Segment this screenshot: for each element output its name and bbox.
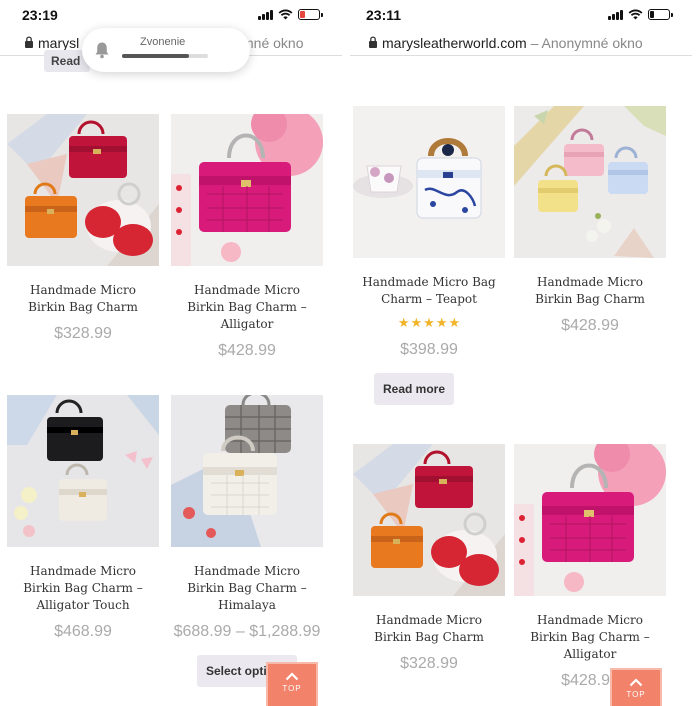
star-icon: ★	[410, 315, 423, 330]
left-screen: 23:19 marysl mné okno Read Zvonenie Hand…	[0, 0, 342, 706]
product-price: $468.99	[54, 623, 112, 640]
product-image[interactable]	[514, 106, 666, 258]
product-card[interactable]: Handmade Micro Birkin Bag Charm – Alliga…	[514, 444, 666, 690]
product-title[interactable]: Handmade Micro Birkin Bag Charm – Alliga…	[7, 563, 159, 614]
product-image[interactable]	[7, 395, 159, 547]
url-separator: –	[530, 35, 539, 51]
status-bar: 23:11	[350, 0, 692, 32]
bell-icon	[95, 42, 109, 59]
star-icon: ★	[423, 315, 435, 330]
signal-icon	[608, 9, 623, 20]
product-title[interactable]: Handmade Micro Birkin Bag Charm – Alliga…	[171, 282, 323, 333]
back-to-top-label: TOP	[282, 684, 302, 693]
right-screen: 23:11 marysleatherworld.com – Anonymné o…	[350, 0, 692, 706]
lock-icon	[25, 36, 33, 48]
volume-slider	[122, 54, 208, 58]
star-icon: ★	[435, 315, 448, 330]
product-title[interactable]: Handmade Micro Birkin Bag Charm	[353, 612, 505, 646]
product-card[interactable]: Handmade Micro Birkin Bag Charm – Himala…	[171, 395, 323, 687]
product-card[interactable]: Handmade Micro Birkin Bag Charm – Alliga…	[7, 395, 159, 641]
product-image[interactable]	[353, 106, 505, 258]
battery-icon	[298, 9, 323, 20]
product-price: $428.99	[561, 317, 619, 334]
chevron-up-icon	[629, 678, 643, 687]
back-to-top-button[interactable]: TOP	[610, 668, 662, 706]
star-rating: ★ ★ ★ ★ ★	[353, 316, 505, 329]
status-time: 23:19	[22, 7, 58, 23]
url-mode-text: Anonymné okno	[541, 35, 643, 51]
product-title[interactable]: Handmade Micro Birkin Bag Charm	[514, 274, 666, 308]
product-price: $398.99	[400, 341, 458, 358]
product-card[interactable]: Handmade Micro Bag Charm – Teapot ★ ★ ★ ★ ★ …	[353, 106, 505, 405]
product-title[interactable]: Handmade Micro Bag Charm – Teapot	[353, 274, 505, 308]
product-image[interactable]	[171, 395, 323, 547]
product-card[interactable]: Handmade Micro Birkin Bag Charm – Alliga…	[171, 114, 323, 360]
product-price: $688.99 – $1,288.99	[173, 623, 321, 640]
product-card[interactable]: Handmade Micro Birkin Bag Charm $328.99	[353, 444, 505, 673]
product-title[interactable]: Handmade Micro Birkin Bag Charm – Alliga…	[514, 612, 666, 663]
status-time: 23:11	[366, 7, 402, 23]
back-to-top-button[interactable]: TOP	[266, 662, 318, 706]
product-image[interactable]	[353, 444, 505, 596]
product-card[interactable]: Handmade Micro Birkin Bag Charm $428.99	[514, 106, 666, 335]
battery-icon	[648, 9, 673, 20]
status-icons	[258, 9, 323, 20]
product-price: $328.99	[54, 325, 112, 342]
url-mode-text: mné okno	[242, 35, 304, 51]
wifi-icon	[628, 9, 643, 20]
status-icons	[608, 9, 673, 20]
product-image[interactable]	[514, 444, 666, 596]
read-more-button[interactable]: Read more	[373, 373, 455, 405]
star-icon: ★	[397, 315, 410, 330]
product-title[interactable]: Handmade Micro Birkin Bag Charm	[7, 282, 159, 316]
signal-icon	[258, 9, 273, 20]
product-image[interactable]	[171, 114, 323, 266]
toast-label: Zvonenie	[140, 36, 186, 48]
star-icon: ★	[448, 315, 461, 330]
lock-icon	[369, 36, 377, 48]
product-price: $328.99	[400, 655, 458, 672]
product-price: $428.99	[218, 342, 276, 359]
url-bar[interactable]: marysleatherworld.com – Anonymné okno	[350, 32, 692, 56]
product-image[interactable]	[7, 114, 159, 266]
wifi-icon	[278, 9, 293, 20]
chevron-up-icon	[285, 672, 299, 681]
url-text: marysl	[38, 35, 80, 51]
product-card[interactable]: Handmade Micro Birkin Bag Charm $328.99	[7, 114, 159, 343]
product-title[interactable]: Handmade Micro Birkin Bag Charm – Himala…	[171, 563, 323, 614]
url-text: marysleatherworld.com	[382, 35, 527, 51]
ringer-volume-toast: Zvonenie	[82, 28, 250, 72]
back-to-top-label: TOP	[626, 690, 646, 699]
